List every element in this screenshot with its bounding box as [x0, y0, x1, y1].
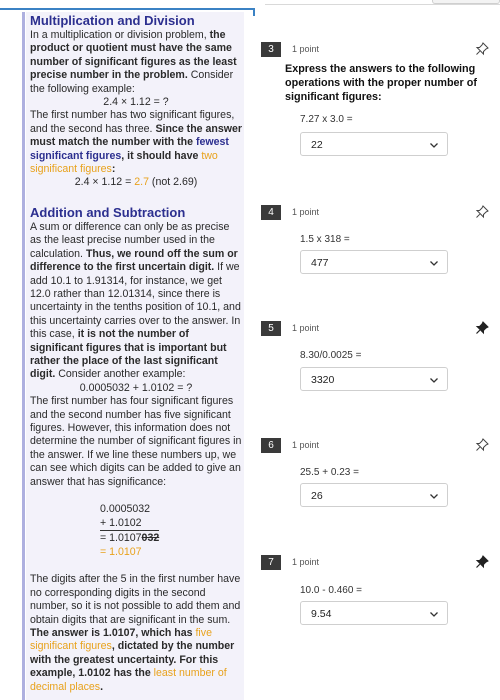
- section-title-add-sub: Addition and Subtraction: [30, 204, 186, 220]
- study-panel-content: Multiplication and Division In a multipl…: [30, 12, 242, 694]
- mult-div-example: 2.4 × 1.12 = ?: [103, 96, 169, 109]
- question-points: 1 point: [292, 207, 320, 217]
- question-expression: 10.0 - 0.460 =: [300, 585, 362, 596]
- chevron-down-icon: [430, 378, 438, 383]
- pushpin-icon[interactable]: [475, 205, 489, 219]
- chevron-down-icon: [430, 612, 438, 617]
- answer-value: 22: [311, 139, 323, 151]
- calc-line-2: + 1.0102: [100, 516, 142, 529]
- text: Consider another example:: [55, 368, 186, 381]
- answer-value: 477: [311, 257, 329, 269]
- question-number: 3: [261, 42, 281, 57]
- answer-dropdown[interactable]: 22: [300, 132, 448, 156]
- section-title-mult-div: Multiplication and Division: [30, 13, 195, 28]
- calc-line-3: = 1.0107032: [100, 530, 160, 546]
- question-points: 1 point: [292, 44, 320, 54]
- add-sub-example: 0.0005032 + 1.0102 = ?: [79, 381, 193, 394]
- pushpin-icon[interactable]: [475, 42, 489, 56]
- chevron-down-icon: [430, 143, 438, 148]
- calc-line-4: = 1.0107: [100, 545, 142, 558]
- top-divider-tick: [253, 8, 255, 16]
- answer-value: 26: [311, 490, 323, 502]
- text-bold: , it should have: [121, 149, 202, 162]
- text-bold: :: [111, 163, 116, 176]
- result-highlight: 2.7: [134, 176, 149, 189]
- addition-calculation: 0.0005032 + 1.0102 = 1.0107032 = 1.0107: [30, 503, 242, 559]
- question-points: 1 point: [292, 323, 320, 333]
- pushpin-icon[interactable]: [475, 555, 489, 569]
- pushpin-icon[interactable]: [475, 321, 489, 335]
- mult-div-result: 2.4 × 1.12 = 2.7 (not 2.69): [30, 176, 242, 189]
- text: 2.4 × 1.12 =: [74, 176, 135, 189]
- text-bold: .: [100, 680, 104, 693]
- mult-div-paragraph-2: The first number has two significant fig…: [30, 109, 242, 176]
- question-card-7: 7 1 point 10.0 - 0.460 = 9.54: [255, 555, 500, 635]
- question-card-3: 3 1 point Express the answers to the fol…: [255, 42, 500, 162]
- question-instruction: Express the answers to the following ope…: [285, 63, 477, 103]
- top-tab[interactable]: [432, 0, 500, 4]
- question-points: 1 point: [292, 440, 320, 450]
- question-number: 4: [261, 205, 281, 220]
- question-card-5: 5 1 point 8.30/0.0025 = 3320: [255, 321, 500, 401]
- answer-dropdown[interactable]: 477: [300, 250, 448, 274]
- calc-sum: = 1.0107: [100, 532, 142, 545]
- question-points: 1 point: [292, 557, 320, 567]
- text: In a multiplication or division problem,: [30, 29, 210, 41]
- text-bold: The answer is 1.0107, which has: [30, 627, 196, 639]
- question-card-4: 4 1 point 1.5 x 318 = 477: [255, 205, 500, 285]
- answer-value: 3320: [311, 374, 335, 386]
- answer-value: 9.54: [311, 608, 332, 620]
- answer-dropdown[interactable]: 9.54: [300, 601, 448, 625]
- answer-dropdown[interactable]: 26: [300, 483, 448, 507]
- question-number: 6: [261, 438, 281, 453]
- panel-accent-bar: [22, 12, 25, 700]
- study-panel: Multiplication and Division In a multipl…: [26, 12, 244, 700]
- top-divider: [0, 8, 255, 10]
- add-sub-paragraph-3: The digits after the 5 in the first numb…: [30, 573, 242, 694]
- mult-div-paragraph-1: In a multiplication or division problem,…: [30, 29, 242, 96]
- question-number: 5: [261, 321, 281, 336]
- add-sub-paragraph-1: A sum or difference can only be as preci…: [30, 221, 242, 382]
- add-sub-paragraph-2: The first number has four significant fi…: [30, 395, 242, 488]
- question-expression: 1.5 x 318 =: [300, 234, 350, 245]
- question-expression: 8.30/0.0025 =: [300, 350, 362, 361]
- calc-line-1: 0.0005032: [100, 503, 151, 515]
- chevron-down-icon: [430, 261, 438, 266]
- question-number: 7: [261, 555, 281, 570]
- pushpin-icon[interactable]: [475, 438, 489, 452]
- answer-dropdown[interactable]: 3320: [300, 367, 448, 391]
- top-divider-right: [265, 4, 500, 5]
- calc-dropped-digits: 032: [141, 532, 160, 545]
- chevron-down-icon: [430, 494, 438, 499]
- text: The digits after the 5 in the first numb…: [30, 573, 241, 626]
- question-expression: 25.5 + 0.23 =: [300, 467, 359, 478]
- question-card-6: 6 1 point 25.5 + 0.23 = 26: [255, 438, 500, 518]
- text: (not 2.69): [148, 176, 198, 189]
- question-expression: 7.27 x 3.0 =: [300, 114, 353, 125]
